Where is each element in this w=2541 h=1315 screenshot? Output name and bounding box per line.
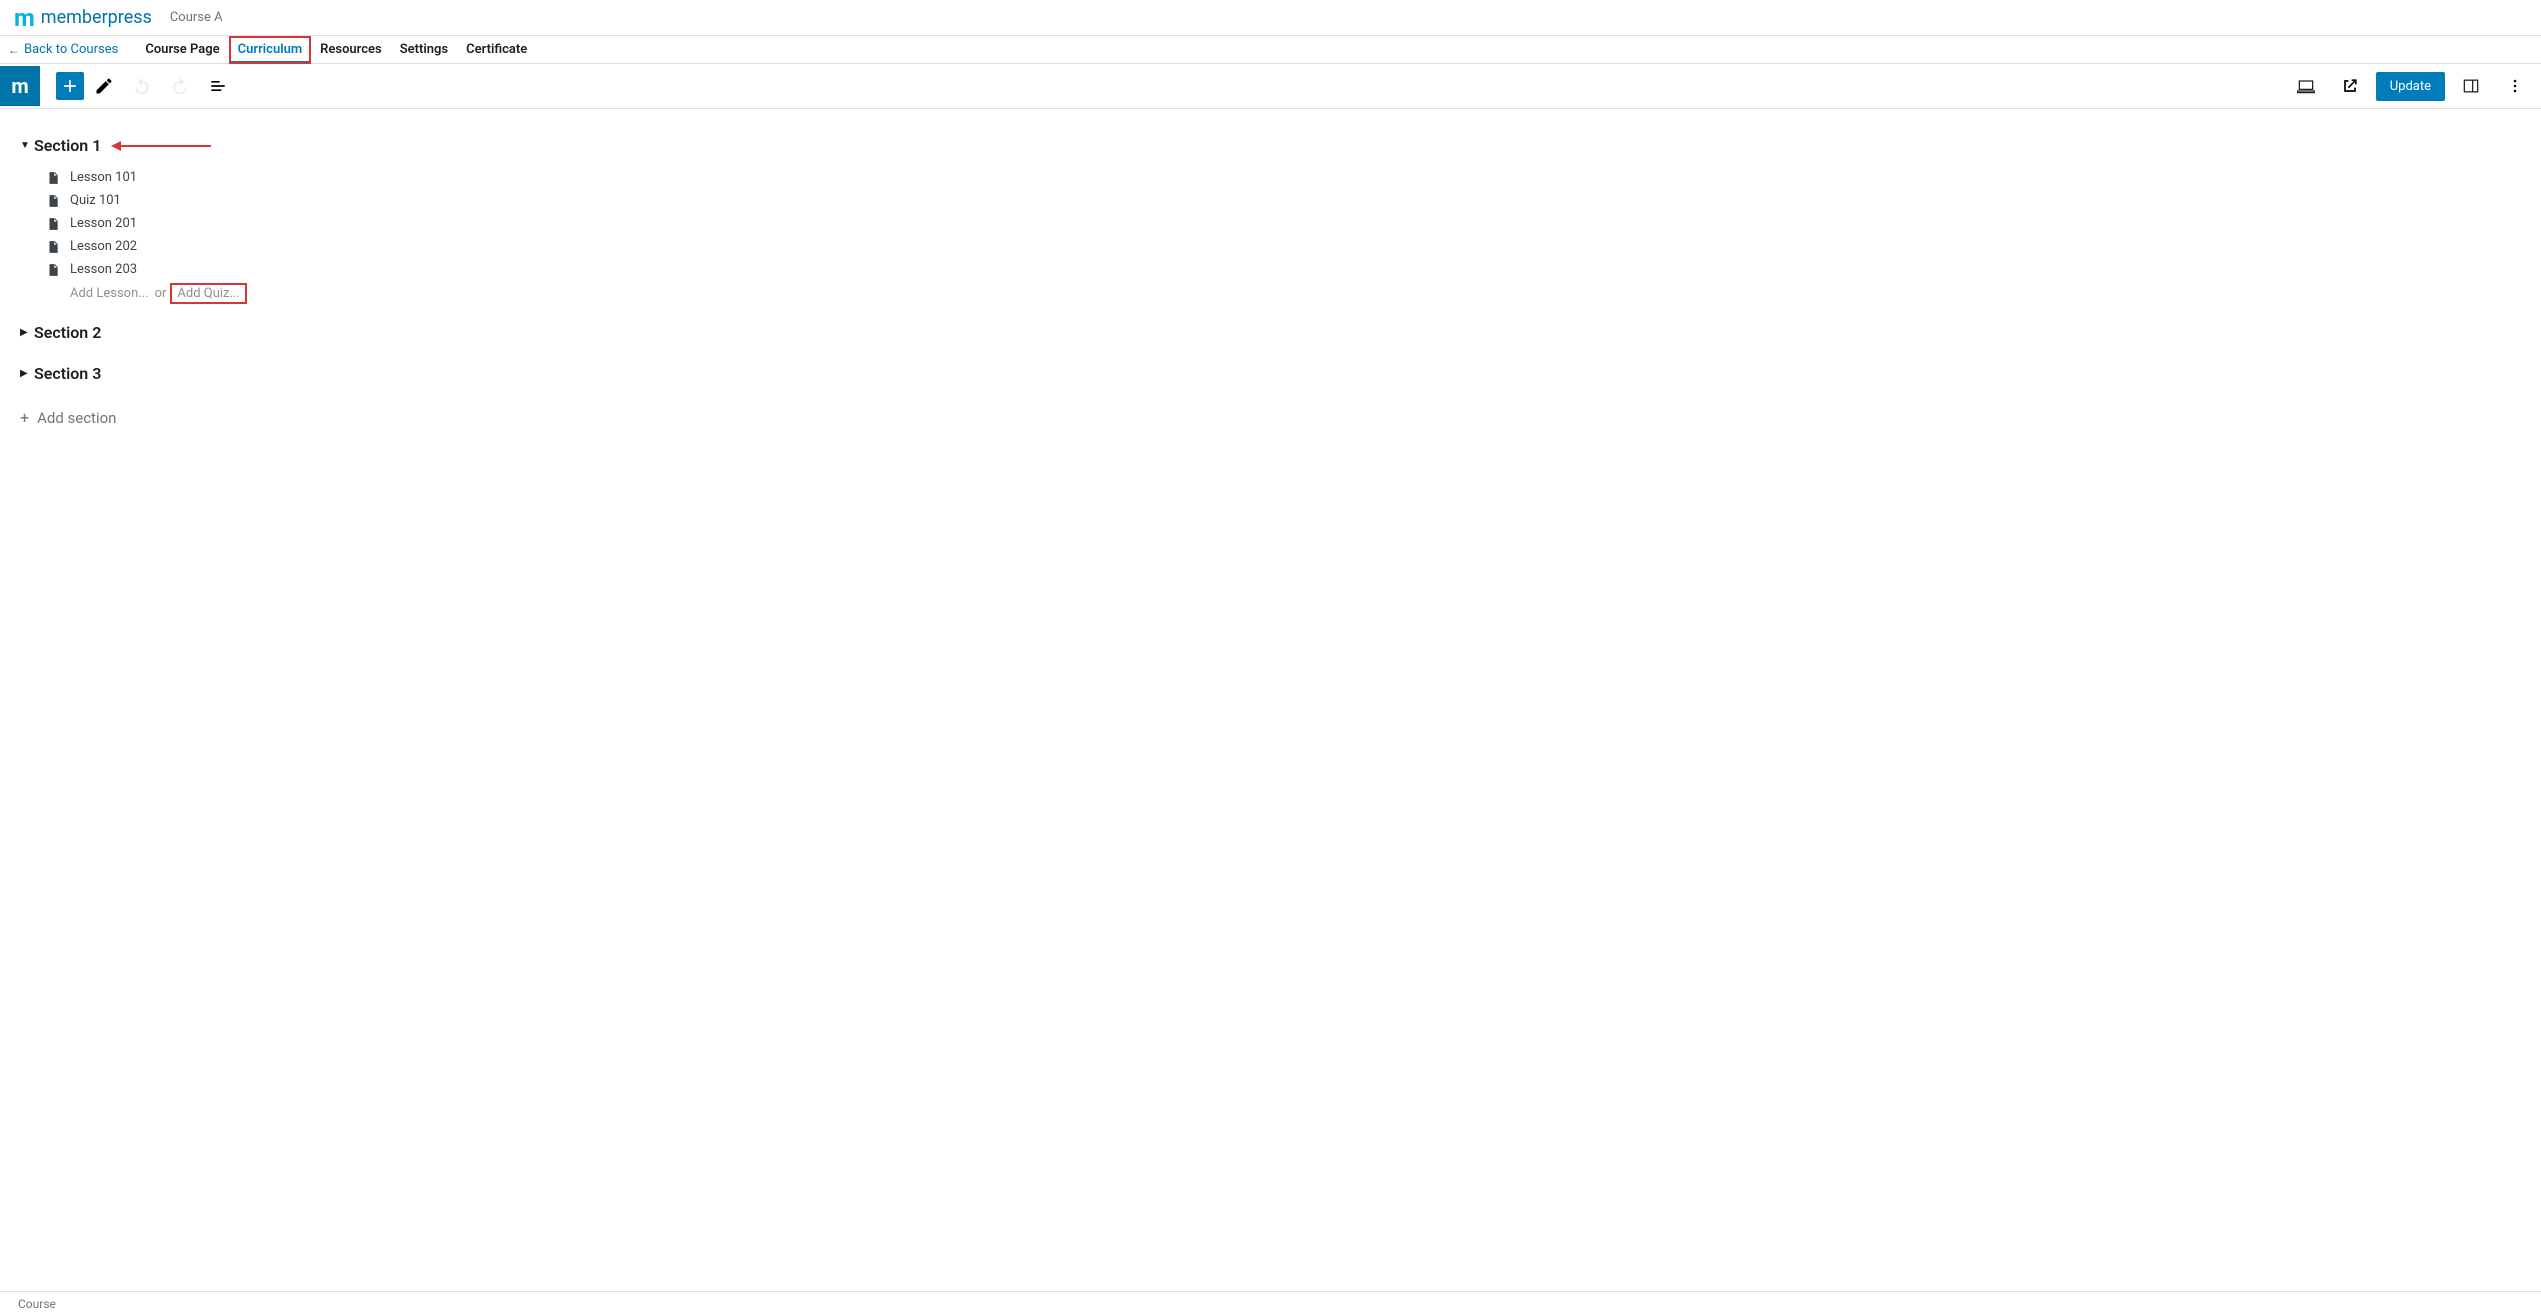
toolbar-left: m xyxy=(8,66,236,106)
tab-settings[interactable]: Settings xyxy=(391,36,457,64)
section-2-title: Section 2 xyxy=(34,323,101,342)
caret-right-icon: ▶ xyxy=(20,368,34,379)
item-label: Lesson 203 xyxy=(70,262,137,277)
tab-curriculum[interactable]: Curriculum xyxy=(229,36,311,64)
tab-certificate[interactable]: Certificate xyxy=(457,36,536,64)
undo-icon xyxy=(132,76,152,96)
lesson-item[interactable]: Lesson 201 xyxy=(46,212,2521,235)
add-quiz-button[interactable]: Add Quiz... xyxy=(172,285,244,302)
page-icon xyxy=(46,240,60,254)
section-2: ▶ Section 2 xyxy=(20,318,2521,347)
curriculum-content: ▼ Section 1 Lesson 101 Quiz 101 Lesson 2… xyxy=(0,109,2541,457)
course-name: Course A xyxy=(170,10,223,25)
tab-resources[interactable]: Resources xyxy=(311,36,391,64)
external-link-icon xyxy=(2340,76,2360,96)
edit-tools-button[interactable] xyxy=(86,68,122,104)
undo-button[interactable] xyxy=(124,68,160,104)
redo-icon xyxy=(170,76,190,96)
header-bar: m memberpress Course A xyxy=(0,0,2541,36)
brand-logo: m memberpress xyxy=(14,6,152,30)
lesson-item[interactable]: Lesson 202 xyxy=(46,235,2521,258)
back-label: Back to Courses xyxy=(24,42,118,57)
section-1-items: Lesson 101 Quiz 101 Lesson 201 Lesson 20… xyxy=(20,166,2521,281)
laptop-icon xyxy=(2296,76,2316,96)
preview-button[interactable] xyxy=(2332,68,2368,104)
section-3-title: Section 3 xyxy=(34,364,101,383)
section-2-header[interactable]: ▶ Section 2 xyxy=(20,318,2521,347)
sidebar-icon xyxy=(2461,76,2481,96)
document-overview-button[interactable] xyxy=(200,68,236,104)
vertical-dots-icon xyxy=(2505,76,2525,96)
lesson-item[interactable]: Lesson 203 xyxy=(46,258,2521,281)
section-3: ▶ Section 3 xyxy=(20,359,2521,388)
item-label: Lesson 101 xyxy=(70,170,137,185)
page-icon xyxy=(46,171,60,185)
arrow-left-icon: ← xyxy=(8,43,20,57)
pencil-icon xyxy=(94,76,114,96)
back-to-courses-link[interactable]: ← Back to Courses xyxy=(8,42,118,57)
add-lesson-button[interactable]: Add Lesson... xyxy=(70,286,149,301)
view-button[interactable] xyxy=(2288,68,2324,104)
page-icon xyxy=(46,263,60,277)
breadcrumb: Course xyxy=(18,1297,56,1311)
tab-course-page[interactable]: Course Page xyxy=(136,36,228,64)
item-label: Lesson 201 xyxy=(70,216,137,231)
quiz-icon xyxy=(46,194,60,208)
redo-button[interactable] xyxy=(162,68,198,104)
plus-icon: + xyxy=(20,408,29,427)
section-1-title: Section 1 xyxy=(34,136,101,155)
subnav: ← Back to Courses Course Page Curriculum… xyxy=(0,36,2541,64)
settings-sidebar-button[interactable] xyxy=(2453,68,2489,104)
logo-mark-icon: m xyxy=(14,6,35,30)
quiz-item[interactable]: Quiz 101 xyxy=(46,189,2521,212)
toolbar-right: Update xyxy=(2288,68,2533,104)
editor-toolbar: m Update xyxy=(0,64,2541,109)
footer-bar: Course xyxy=(0,1291,2541,1315)
page-icon xyxy=(46,217,60,231)
add-section-button[interactable]: + Add section xyxy=(20,400,2521,435)
plus-icon xyxy=(60,76,80,96)
or-separator: or xyxy=(155,286,167,301)
caret-right-icon: ▶ xyxy=(20,327,34,338)
more-options-button[interactable] xyxy=(2497,68,2533,104)
caret-down-icon: ▼ xyxy=(20,140,34,151)
update-button[interactable]: Update xyxy=(2376,72,2445,101)
brand-name: memberpress xyxy=(41,7,152,28)
annotation-arrow xyxy=(111,141,211,151)
add-block-button[interactable] xyxy=(56,72,84,100)
add-section-label: Add section xyxy=(37,409,116,427)
list-view-icon xyxy=(208,76,228,96)
lesson-item[interactable]: Lesson 101 xyxy=(46,166,2521,189)
item-label: Lesson 202 xyxy=(70,239,137,254)
memberpress-badge-icon[interactable]: m xyxy=(0,66,40,106)
section-1: ▼ Section 1 Lesson 101 Quiz 101 Lesson 2… xyxy=(20,131,2521,306)
item-label: Quiz 101 xyxy=(70,193,121,208)
section-3-header[interactable]: ▶ Section 3 xyxy=(20,359,2521,388)
section-1-header[interactable]: ▼ Section 1 xyxy=(20,131,2521,160)
add-item-row: Add Lesson... or Add Quiz... xyxy=(46,281,2521,306)
